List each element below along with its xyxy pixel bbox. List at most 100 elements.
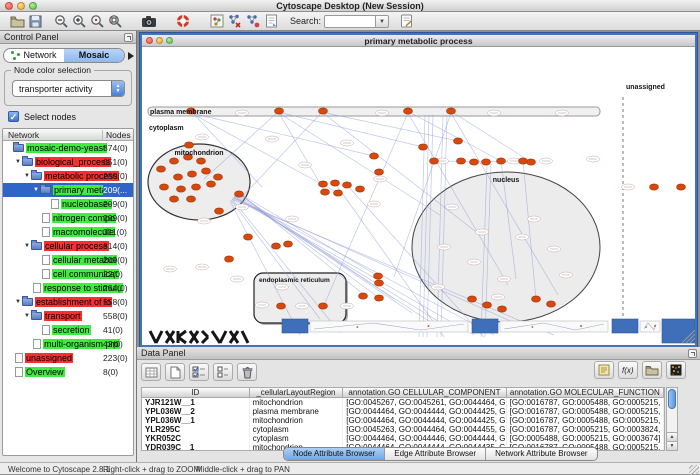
tab-mosaic[interactable]: Mosaic: [64, 49, 124, 62]
network-node[interactable]: [359, 293, 368, 299]
annotation-icon[interactable]: [262, 13, 280, 29]
network-node[interactable]: [430, 158, 439, 164]
scroll-down-icon[interactable]: ▼: [667, 441, 677, 450]
network-tree-row[interactable]: ▼transport558(0): [3, 309, 133, 323]
tree-expand-icon[interactable]: ▼: [23, 243, 31, 249]
network-tree-row[interactable]: Overview8(0): [3, 365, 133, 379]
network-node[interactable]: [319, 303, 328, 309]
zoom-view-button[interactable]: [166, 37, 173, 44]
table-column-header[interactable]: _cellularLayoutRegion: [250, 388, 344, 397]
network-node[interactable]: [650, 184, 659, 190]
table-column-header[interactable]: ID: [142, 388, 250, 397]
network-node[interactable]: [188, 171, 197, 177]
tab-edge-attribute-browser[interactable]: Edge Attribute Browser: [385, 448, 486, 460]
scrollbar-thumb[interactable]: [668, 389, 676, 409]
network-node[interactable]: [185, 142, 194, 148]
snapshot-camera-icon[interactable]: [140, 13, 158, 29]
network-tree-row[interactable]: cell communicat22(0): [3, 267, 133, 281]
network-node[interactable]: [483, 302, 492, 308]
table-column-header[interactable]: annotation.GO MOLECULAR_FUNCTION: [507, 388, 664, 397]
network-window-titlebar[interactable]: primary metabolic process: [142, 35, 695, 47]
function-builder-icon[interactable]: f(x): [618, 361, 638, 379]
network-node[interactable]: [468, 296, 477, 302]
network-tree-row[interactable]: response to stimulu264(0): [3, 281, 133, 295]
tree-expand-icon[interactable]: ▼: [14, 299, 22, 305]
network-node[interactable]: [187, 196, 196, 202]
network-tree-row[interactable]: mosaic-demo-yeast874(0): [3, 141, 133, 155]
network-node[interactable]: [356, 186, 365, 192]
network-node[interactable]: [277, 303, 286, 309]
network-node[interactable]: [404, 108, 413, 114]
tree-expand-icon[interactable]: ▼: [32, 187, 40, 193]
network-tree-row[interactable]: unassigned223(0): [3, 351, 133, 365]
table-row[interactable]: YKR052Ccytoplasm[GO:0044464, GO:0044446,…: [142, 434, 664, 443]
network-node[interactable]: [202, 168, 211, 174]
zoom-out-icon[interactable]: [52, 13, 70, 29]
network-node[interactable]: [272, 243, 281, 249]
table-row[interactable]: YJR121W__1mitochondrion[GO:0045267, GO:0…: [142, 398, 664, 407]
network-tree-row[interactable]: nitrogen compo209(0): [3, 211, 133, 225]
tree-expand-icon[interactable]: ▼: [14, 159, 22, 165]
unselect-attributes-icon[interactable]: [213, 363, 233, 381]
network-tree-row[interactable]: ▼biological_process651(0): [3, 155, 133, 169]
apply-layout-icon[interactable]: [226, 13, 244, 29]
network-tree-row[interactable]: secretion41(0): [3, 323, 133, 337]
network-node[interactable]: [225, 256, 234, 262]
network-node[interactable]: [334, 190, 343, 196]
zoom-in-icon[interactable]: [70, 13, 88, 29]
network-node[interactable]: [677, 184, 686, 190]
network-tree-row[interactable]: multi-organism pro42(0): [3, 337, 133, 351]
table-row[interactable]: YLR295Ccytoplasm[GO:0045263, GO:0044464,…: [142, 425, 664, 434]
network-tree-row[interactable]: cellular metabol209(0): [3, 253, 133, 267]
network-node[interactable]: [331, 180, 340, 186]
network-node[interactable]: [375, 280, 384, 286]
destroy-network-icon[interactable]: [244, 13, 262, 29]
import-attributes-icon[interactable]: [642, 361, 662, 379]
network-node[interactable]: [498, 306, 507, 312]
network-node[interactable]: [532, 296, 541, 302]
network-node[interactable]: [177, 186, 186, 192]
network-node[interactable]: [197, 158, 206, 164]
zoom-selected-icon[interactable]: [88, 13, 106, 29]
network-node[interactable]: [207, 181, 216, 187]
birds-eye-view-icon[interactable]: [208, 13, 226, 29]
tab-overflow-arrow-icon[interactable]: [128, 52, 134, 60]
search-dropdown-icon[interactable]: ▼: [376, 15, 389, 28]
network-node[interactable]: [454, 138, 463, 144]
network-node[interactable]: [497, 158, 506, 164]
select-attributes-icon[interactable]: [189, 363, 209, 381]
enhanced-search-icon[interactable]: [397, 13, 415, 29]
float-panel-icon[interactable]: [124, 33, 133, 42]
network-node[interactable]: [170, 158, 179, 164]
table-column-header[interactable]: annotation.GO CELLULAR_COMPONENT: [343, 388, 506, 397]
network-node[interactable]: [235, 191, 244, 197]
attribute-matrix-icon[interactable]: [666, 361, 686, 379]
table-row[interactable]: YPL036W__2plasma membrane[GO:0044464, GO…: [142, 407, 664, 416]
network-tree-row[interactable]: ▼metabolic process280(0): [3, 169, 133, 183]
network-node[interactable]: [547, 301, 556, 307]
network-node[interactable]: [447, 108, 456, 114]
network-node[interactable]: [244, 234, 253, 240]
minimize-view-button[interactable]: [156, 37, 163, 44]
network-node[interactable]: [174, 174, 183, 180]
new-attribute-icon[interactable]: [165, 363, 185, 381]
table-row[interactable]: YPL036W__1mitochondrion[GO:0044464, GO:0…: [142, 416, 664, 425]
network-node[interactable]: [419, 144, 428, 150]
network-node[interactable]: [319, 181, 328, 187]
network-node[interactable]: [321, 189, 330, 195]
tab-node-attribute-browser[interactable]: Node Attribute Browser: [284, 448, 385, 460]
network-tree-row[interactable]: ▼establishment of lo558(0): [3, 295, 133, 309]
open-session-icon[interactable]: [8, 13, 26, 29]
node-color-select[interactable]: transporter activity ▲▼: [12, 80, 125, 97]
network-node[interactable]: [470, 159, 479, 165]
network-node[interactable]: [527, 159, 536, 165]
scroll-up-icon[interactable]: ▲: [667, 432, 677, 441]
network-node[interactable]: [160, 184, 169, 190]
minimize-window-button[interactable]: [17, 2, 25, 10]
zoom-window-button[interactable]: [29, 2, 37, 10]
network-node[interactable]: [457, 158, 466, 164]
network-tree-row[interactable]: macromolecule311(0): [3, 225, 133, 239]
network-node[interactable]: [370, 153, 379, 159]
compartment-plasma-membrane[interactable]: [148, 107, 600, 116]
network-tree-row[interactable]: ▼cellular process614(0): [3, 239, 133, 253]
